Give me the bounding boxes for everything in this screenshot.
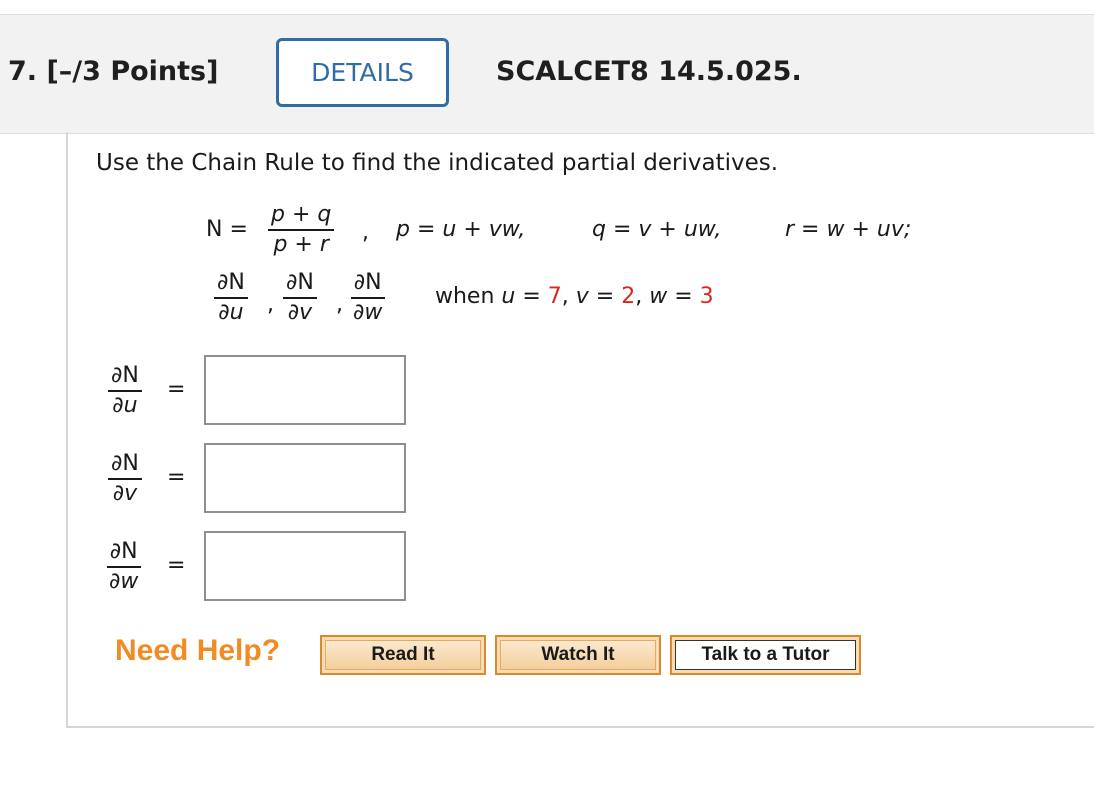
answer-label-dN-du-denominator: ∂u	[112, 393, 138, 418]
w-label: w =	[649, 284, 693, 309]
header-dN-dw-denominator: ∂w	[353, 300, 383, 325]
when-text: when	[435, 284, 495, 309]
answer-label-dN-dv-denominator: ∂v	[112, 481, 138, 506]
answer-input-dN-dv[interactable]	[204, 443, 406, 513]
header-dN-dw-numerator: ∂N	[350, 269, 385, 299]
given-values: when u = 7, v = 2, w = 3	[435, 284, 714, 309]
answer-label-dN-dv-numerator: ∂N	[108, 450, 142, 480]
n-fraction: p + q p + r	[268, 201, 335, 259]
talk-to-tutor-label: Talk to a Tutor	[675, 640, 856, 670]
r-definition: r = w + uv;	[785, 217, 912, 242]
u-label: u =	[501, 284, 541, 309]
answer-label-dN-du: ∂N ∂u	[108, 362, 142, 420]
n-numerator: p + q	[268, 201, 335, 231]
answer-label-dN-dw: ∂N ∂w	[106, 538, 141, 596]
read-it-button[interactable]: Read It	[320, 635, 486, 675]
watch-it-label: Watch It	[500, 640, 656, 670]
v-value: 2	[621, 284, 636, 309]
header-dN-dv-denominator: ∂v	[287, 300, 313, 325]
sep-2: ,	[635, 284, 643, 309]
header-dN-du: ∂N ∂u	[214, 269, 248, 327]
question-header: 7. [–/3 Points] DETAILS SCALCET8 14.5.02…	[0, 14, 1094, 134]
n-denominator: p + r	[273, 232, 329, 257]
equals-sign: =	[167, 377, 186, 402]
n-lhs: N =	[206, 217, 248, 242]
equals-sign: =	[167, 553, 186, 578]
need-help-label: Need Help?	[115, 634, 281, 667]
question-page: 7. [–/3 Points] DETAILS SCALCET8 14.5.02…	[0, 0, 1094, 792]
question-title: 7. [–/3 Points]	[8, 56, 219, 87]
header-dN-dv-numerator: ∂N	[283, 269, 317, 299]
watch-it-button[interactable]: Watch It	[495, 635, 661, 675]
header-dN-du-denominator: ∂u	[218, 300, 244, 325]
details-button[interactable]: DETAILS	[276, 38, 449, 107]
w-value: 3	[699, 284, 714, 309]
problem-id: SCALCET8 14.5.025.	[496, 56, 802, 87]
answer-label-dN-du-numerator: ∂N	[108, 362, 142, 392]
sep-1: ,	[561, 284, 569, 309]
talk-to-tutor-button[interactable]: Talk to a Tutor	[670, 635, 861, 675]
answer-label-dN-dw-denominator: ∂w	[109, 569, 139, 594]
read-it-label: Read It	[325, 640, 481, 670]
u-value: 7	[547, 284, 562, 309]
equals-sign: =	[167, 465, 186, 490]
header-dN-du-numerator: ∂N	[214, 269, 248, 299]
v-label: v =	[575, 284, 615, 309]
q-definition: q = v + uw,	[592, 217, 722, 242]
answer-input-dN-du[interactable]	[204, 355, 406, 425]
comma-1: ,	[267, 292, 274, 317]
header-dN-dv: ∂N ∂v	[283, 269, 317, 327]
comma-2: ,	[336, 292, 343, 317]
question-prompt: Use the Chain Rule to find the indicated…	[96, 150, 779, 176]
n-comma: ,	[362, 220, 369, 245]
answer-label-dN-dv: ∂N ∂v	[108, 450, 142, 508]
answer-label-dN-dw-numerator: ∂N	[106, 538, 141, 568]
p-definition: p = u + vw,	[396, 217, 526, 242]
answer-input-dN-dw[interactable]	[204, 531, 406, 601]
header-dN-dw: ∂N ∂w	[350, 269, 385, 327]
